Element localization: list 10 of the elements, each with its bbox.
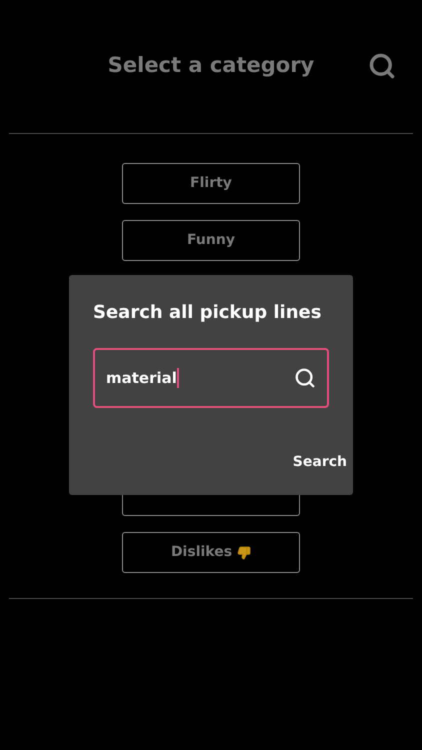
search-icon[interactable] <box>368 52 396 80</box>
search-button[interactable]: Search <box>292 452 347 473</box>
thumbs-down-icon <box>237 546 252 560</box>
dialog-title: Search all pickup lines <box>93 301 322 325</box>
search-field[interactable]: material <box>93 348 329 408</box>
category-button[interactable]: Funny <box>122 220 300 261</box>
search-icon <box>294 367 316 389</box>
page-title: Select a category <box>108 52 314 79</box>
category-button[interactable]: Dislikes <box>122 532 300 573</box>
category-button[interactable]: Flirty <box>122 163 300 204</box>
